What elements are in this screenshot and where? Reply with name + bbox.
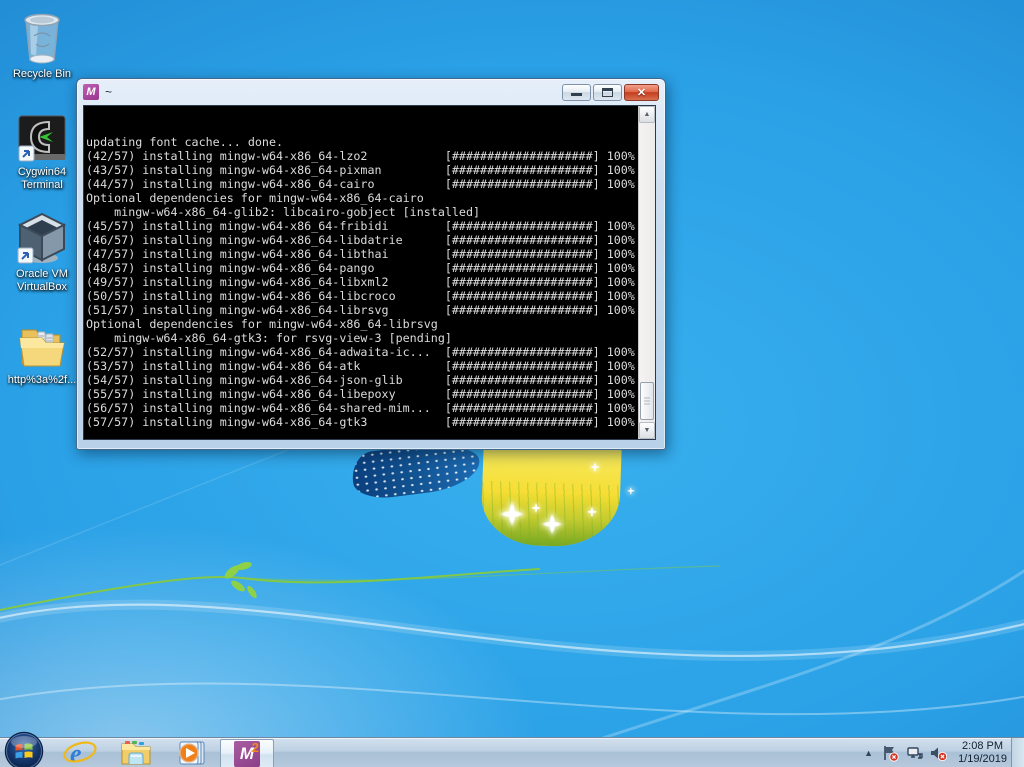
scroll-down-icon: ▼ (644, 427, 651, 434)
close-icon: ✕ (637, 86, 646, 99)
desktop: Recycle Bin Cygwin64 Terminal (0, 0, 1024, 767)
taskbar-msys-button[interactable]: M2 (220, 739, 274, 767)
wallpaper-vine-leaves (223, 561, 259, 600)
wallpaper-sparkle (499, 501, 525, 527)
taskbar-apps: e (52, 738, 274, 767)
network-icon[interactable] (906, 745, 923, 762)
maximize-button[interactable] (593, 84, 622, 101)
desktop-icon-virtualbox[interactable]: Oracle VM VirtualBox (2, 210, 82, 294)
wallpaper-flag-yellow-pane (480, 442, 621, 549)
desktop-icon-label: Cygwin64 Terminal (2, 166, 82, 192)
terminal-scrollbar[interactable]: ▲ ▼ (638, 106, 655, 439)
scroll-up-icon: ▲ (644, 111, 651, 118)
terminal-content[interactable]: updating font cache... done. (42/57) ins… (83, 105, 656, 440)
system-tray: ▲ 2:08 PM 1/19/2019 (862, 738, 1011, 767)
start-button[interactable] (3, 731, 45, 767)
show-desktop-button[interactable] (1011, 738, 1024, 767)
desktop-icon-http-folder[interactable]: http%3a%2f... (2, 320, 82, 387)
clock-date: 1/19/2019 (958, 753, 1007, 766)
hidden-icons-chevron-icon[interactable]: ▲ (862, 746, 875, 760)
minimize-button[interactable] (562, 84, 591, 101)
wallpaper-sparkle (531, 503, 541, 513)
taskbar: e (0, 737, 1024, 767)
taskbar-explorer-button[interactable] (108, 738, 164, 767)
volume-muted-icon[interactable] (930, 745, 947, 762)
window-controls: ✕ (562, 84, 659, 101)
taskbar-internet-explorer-button[interactable]: e (52, 738, 108, 767)
internet-explorer-icon: e (62, 739, 98, 767)
window-title: ~ (105, 85, 562, 99)
taskbar-media-player-button[interactable] (164, 738, 220, 767)
wallpaper-sparkle (541, 513, 563, 535)
wallpaper-sparkle (627, 487, 635, 495)
explorer-folder-icon (120, 740, 152, 766)
wallpaper-sparkle (590, 462, 600, 472)
cygwin-terminal-icon (17, 114, 67, 164)
desktop-icon-recycle-bin[interactable]: Recycle Bin (2, 8, 82, 81)
desktop-icon-label: Recycle Bin (2, 68, 82, 81)
scrollbar-up-button[interactable]: ▲ (639, 106, 655, 123)
scrollbar-thumb[interactable] (640, 382, 654, 420)
maximize-icon (602, 88, 613, 97)
terminal-text: updating font cache... done. (42/57) ins… (84, 106, 638, 439)
folder-icon (16, 320, 68, 372)
windows-start-icon (3, 731, 45, 767)
clock-time: 2:08 PM (958, 740, 1007, 753)
msys-window-icon: M (83, 84, 99, 100)
desktop-icon-label: http%3a%2f... (2, 374, 82, 387)
desktop-icon-cygwin64-terminal[interactable]: Cygwin64 Terminal (2, 114, 82, 192)
scrollbar-down-button[interactable]: ▼ (639, 422, 655, 439)
taskbar-clock[interactable]: 2:08 PM 1/19/2019 (954, 740, 1011, 766)
wallpaper-grass (480, 480, 620, 548)
wallpaper-sparkle (586, 506, 597, 517)
desktop-icon-label: Oracle VM VirtualBox (2, 268, 82, 294)
msys2-icon-suffix: 2 (252, 741, 259, 755)
recycle-bin-icon (16, 8, 68, 66)
virtualbox-icon (16, 210, 68, 266)
action-center-flag-icon[interactable] (882, 745, 899, 762)
mintty-window: M ~ ✕ updating font cache... done. (42/5… (76, 78, 666, 450)
window-titlebar[interactable]: M ~ ✕ (77, 79, 665, 105)
minimize-icon (571, 88, 582, 96)
close-button[interactable]: ✕ (624, 84, 659, 101)
media-player-icon (176, 739, 208, 767)
terminal-output: updating font cache... done. (42/57) ins… (86, 135, 638, 429)
msys2-icon: M2 (234, 741, 260, 767)
